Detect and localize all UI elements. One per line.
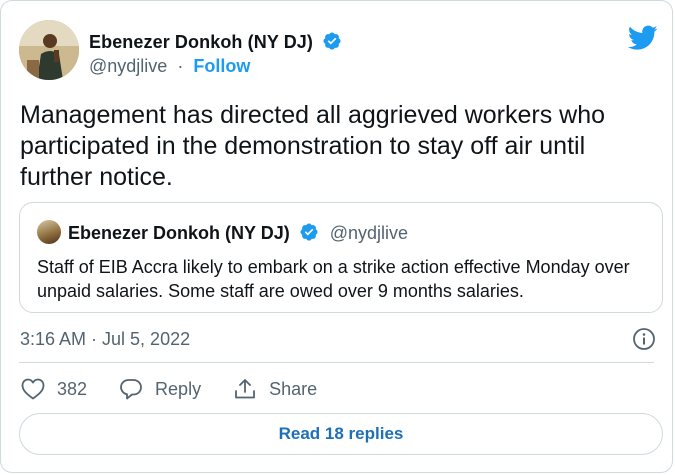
- share-icon: [235, 379, 255, 399]
- quoted-author-avatar: [37, 220, 61, 244]
- twitter-logo-icon[interactable]: [627, 25, 658, 56]
- quoted-tweet-text: Staff of EIB Accra likely to embark on a…: [37, 257, 630, 301]
- action-bar: 382 Reply Share: [21, 375, 349, 403]
- reply-icon: [120, 379, 142, 400]
- handle-separator: ·: [177, 56, 184, 76]
- divider: [19, 362, 654, 363]
- like-button[interactable]: 382: [21, 378, 87, 400]
- tweet-text: Management has directed all aggrieved wo…: [20, 101, 606, 191]
- share-label: Share: [269, 378, 318, 399]
- verified-badge-icon: [322, 31, 342, 56]
- author-handle-row: @nydjlive · Follow: [89, 56, 250, 77]
- reply-button[interactable]: Reply: [119, 378, 201, 400]
- author-avatar[interactable]: [19, 20, 79, 80]
- tweet-timestamp[interactable]: 3:16 AM · Jul 5, 2022: [20, 329, 190, 350]
- author-handle[interactable]: @nydjlive: [89, 56, 167, 76]
- author-name[interactable]: Ebenezer Donkoh (NY DJ): [89, 31, 342, 56]
- like-count: 382: [57, 378, 88, 399]
- quoted-author-name: Ebenezer Donkoh (NY DJ): [68, 223, 290, 243]
- reply-label: Reply: [155, 378, 202, 399]
- quoted-author-handle: @nydjlive: [329, 223, 409, 243]
- verified-badge-icon: [299, 222, 319, 247]
- share-button[interactable]: Share: [233, 377, 317, 401]
- author-name-text[interactable]: Ebenezer Donkoh (NY DJ): [89, 32, 313, 52]
- heart-icon: [21, 378, 45, 400]
- tweet-card: Ebenezer Donkoh (NY DJ) @nydjlive · Foll…: [0, 0, 673, 473]
- follow-link[interactable]: Follow: [193, 56, 250, 76]
- info-icon[interactable]: [632, 327, 656, 356]
- quoted-tweet[interactable]: Ebenezer Donkoh (NY DJ) @nydjlive Staff …: [19, 202, 663, 313]
- quoted-author-row: Ebenezer Donkoh (NY DJ) @nydjlive: [68, 222, 408, 247]
- read-replies-button[interactable]: Read 18 replies: [19, 413, 663, 455]
